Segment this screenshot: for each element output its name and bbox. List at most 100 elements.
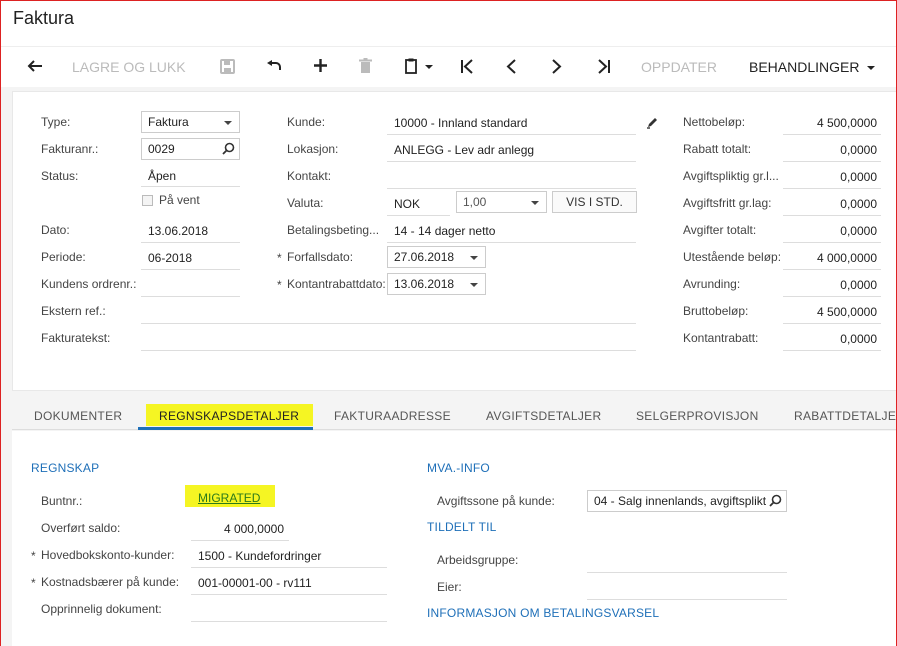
invoice-text-input[interactable] [141,350,636,351]
date-label: Dato: [41,223,70,237]
chevron-down-icon [867,66,876,71]
external-ref-input[interactable] [141,323,636,324]
location-value[interactable]: ANLEGG - Lev adr anlegg [394,143,534,157]
on-hold-checkbox[interactable] [142,195,153,206]
actions-menu-button[interactable]: BEHANDLINGER [749,58,876,76]
rounding-underline [783,296,881,297]
tab-fakturaadresse[interactable]: FAKTURAADRESSE [334,409,451,423]
contact-input[interactable] [387,188,636,189]
tab-selgerprovisjon[interactable]: SELGERPROVISJON [636,409,759,423]
location-label: Lokasjon: [287,142,339,156]
owner-label: Eier: [437,580,462,594]
ar-account-label: Hovedbokskonto-kunder: [41,548,175,562]
period-label: Periode: [41,250,86,264]
ar-account-underline [191,567,387,568]
invoice-number-input[interactable]: 0029 [141,138,240,160]
taxable-label: Avgiftspliktig gr.l... [683,169,779,183]
tab-bar [12,398,896,430]
contact-label: Kontakt: [287,169,332,183]
gross-amount-value: 4 500,0000 [816,305,877,319]
status-label: Status: [41,169,79,183]
cash-discount-date-label: Kontantrabattdato: [287,277,386,291]
taxable-value: 0,0000 [840,170,877,184]
period-underline [141,269,240,270]
net-amount-value: 4 500,0000 [816,116,877,130]
date-value[interactable]: 13.06.2018 [148,224,208,238]
customer-label: Kunde: [287,115,326,129]
first-record-icon[interactable] [460,59,474,74]
terms-value[interactable]: 14 - 14 dager netto [394,224,495,238]
taxable-underline [783,188,881,189]
save-icon[interactable] [220,59,235,74]
original-document-value[interactable] [191,621,387,622]
tab-dokumenter[interactable]: DOKUMENTER [34,409,122,423]
clipboard-icon[interactable] [405,58,435,74]
original-document-label: Opprinnelig dokument: [41,602,162,616]
currency-value[interactable]: NOK [394,197,420,211]
undo-icon[interactable] [266,59,282,73]
cash-discount-date-input[interactable]: 13.06.2018 [387,273,486,295]
batch-label: Buntnr.: [41,494,83,508]
due-date-label: Forfallsdato: [287,250,354,264]
update-button[interactable]: OPPDATER [641,58,717,76]
page-title: Faktura [13,8,75,28]
chevron-down-icon [470,256,478,260]
add-icon[interactable] [313,58,328,73]
exempt-label: Avgiftsfritt gr.lag: [683,196,772,210]
cash-discount-label: Kontantrabatt: [683,331,759,345]
exempt-underline [783,215,881,216]
customer-value[interactable]: 10000 - Innland standard [394,116,527,130]
currency-underline [387,215,450,216]
tab-regnskapsdetaljer[interactable]: REGNSKAPSDETALJER [159,409,299,423]
terms-label: Betalingsbeting... [287,223,380,237]
cost-center-value[interactable]: 001-00001-00 - rv111 [198,576,312,590]
exchange-rate-value: 1,00 [463,195,487,209]
view-base-button[interactable]: VIS I STD. [552,191,637,213]
date-underline [141,242,240,243]
outstanding-underline [783,269,881,270]
chevron-down-icon [470,283,478,287]
tab-avgiftsdetaljer[interactable]: AVGIFTSDETALJER [486,409,601,423]
rounding-value: 0,0000 [840,278,877,292]
on-hold-label: På vent [159,193,200,207]
period-value[interactable]: 06-2018 [148,251,192,265]
currency-label: Valuta: [287,196,324,210]
required-marker: * [277,278,282,292]
net-amount-underline [783,134,881,135]
search-icon[interactable] [222,142,235,158]
owner-input[interactable] [587,599,787,600]
cash-discount-value: 0,0000 [840,332,877,346]
search-icon[interactable] [769,494,782,510]
chevron-down-icon [224,121,232,125]
outstanding-value: 4 000,0000 [816,251,877,265]
batch-link[interactable]: MIGRATED [198,491,260,505]
previous-record-icon[interactable] [506,59,516,74]
invoice-number-label: Fakturanr.: [41,142,99,156]
type-select[interactable]: Faktura [141,111,240,133]
tax-zone-input[interactable]: 04 - Salg innenlands, avgiftsplikt [587,490,787,512]
customer-order-label: Kundens ordrenr.: [41,277,137,291]
rounding-label: Avrunding: [683,277,741,291]
customer-order-input[interactable] [141,296,240,297]
type-label: Type: [41,115,71,129]
due-date-input[interactable]: 27.06.2018 [387,246,486,268]
discount-total-value: 0,0000 [840,143,877,157]
assigned-section-header: TILDELT TIL [427,520,497,534]
tax-total-value: 0,0000 [840,224,877,238]
location-underline [387,161,636,162]
ar-account-value[interactable]: 1500 - Kundefordringer [198,549,321,563]
status-underline [141,186,240,187]
active-tab-indicator [138,427,313,430]
next-record-icon[interactable] [552,59,562,74]
status-value: Åpen [148,169,177,183]
exchange-rate-select[interactable]: 1,00 [456,191,547,213]
delete-icon[interactable] [359,58,372,74]
discount-total-label: Rabatt totalt: [683,142,752,156]
save-close-button[interactable]: LAGRE OG LUKK [72,58,186,76]
last-record-icon[interactable] [597,59,611,74]
edit-pencil-icon[interactable] [646,116,659,132]
back-arrow-icon[interactable] [27,59,43,73]
tab-rabattdetaljer[interactable]: RABATTDETALJER [794,409,896,423]
terms-underline [387,242,636,243]
workgroup-input[interactable] [587,572,787,573]
